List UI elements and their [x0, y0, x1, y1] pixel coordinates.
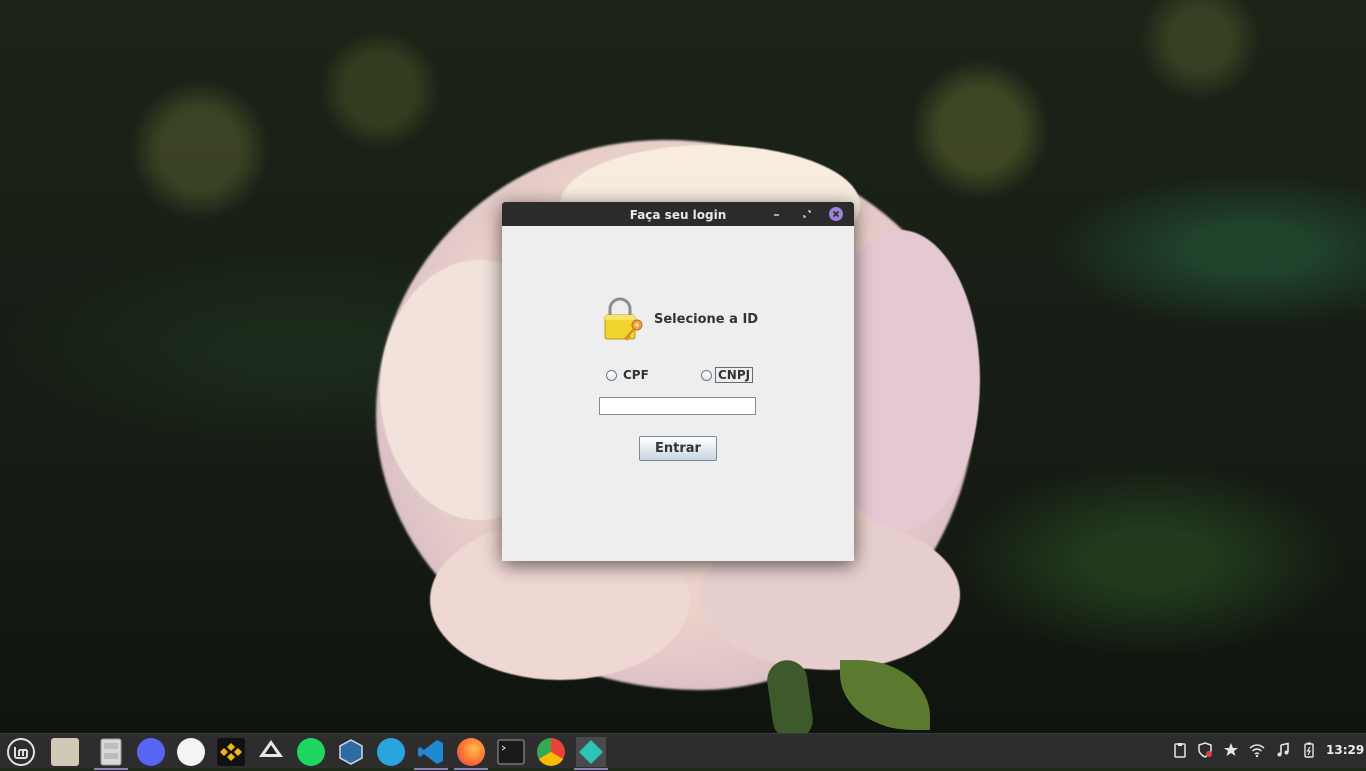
entrar-button[interactable]: Entrar [639, 436, 717, 461]
star-icon[interactable] [1223, 742, 1239, 758]
minimize-icon [774, 214, 779, 216]
minimize-button[interactable] [769, 206, 785, 222]
login-window: Faça seu login Selecione a ID CPF CNPJ E… [502, 202, 854, 561]
spotify-icon[interactable] [296, 737, 326, 767]
id-input[interactable] [599, 397, 756, 415]
terminal-icon[interactable] [496, 737, 526, 767]
shield-icon[interactable] [1197, 742, 1213, 758]
cpf-radio-label[interactable]: CPF [623, 368, 649, 382]
linux-mint-menu-icon[interactable] [6, 737, 36, 767]
close-icon [832, 210, 840, 218]
music-icon[interactable] [1275, 742, 1291, 758]
maximize-button[interactable] [799, 206, 815, 222]
padlock-key-icon [604, 297, 643, 341]
vscode-icon[interactable] [414, 737, 448, 770]
select-id-heading: Selecione a ID [654, 312, 759, 327]
window-titlebar[interactable]: Faça seu login [502, 202, 854, 226]
file-cabinet-icon[interactable] [94, 737, 128, 770]
binance-icon[interactable] [216, 737, 246, 767]
telegram-icon[interactable] [376, 737, 406, 767]
wallpaper-leaf [840, 660, 930, 730]
android-studio-icon[interactable] [176, 737, 206, 767]
cnpj-radio-label[interactable]: CNPJ [714, 367, 754, 383]
taskbar: 13:29 [0, 733, 1366, 770]
firefox-icon[interactable] [454, 737, 488, 770]
files-folder-icon[interactable] [50, 737, 80, 767]
clipboard-icon[interactable] [1172, 742, 1188, 758]
window-content: Selecione a ID CPF CNPJ Entrar [502, 226, 854, 561]
maximize-icon [803, 210, 811, 218]
cpf-radio[interactable] [606, 370, 617, 381]
close-button[interactable] [829, 207, 843, 221]
wifi-icon[interactable] [1249, 742, 1265, 758]
cnpj-radio[interactable] [701, 370, 712, 381]
java-app-icon[interactable] [574, 737, 608, 770]
chrome-icon[interactable] [536, 737, 566, 767]
discord-icon[interactable] [136, 737, 166, 767]
inkscape-icon[interactable] [256, 737, 286, 767]
taskbar-clock[interactable]: 13:29 [1326, 743, 1364, 757]
battery-icon[interactable] [1301, 742, 1317, 758]
virtualbox-icon[interactable] [336, 737, 366, 767]
